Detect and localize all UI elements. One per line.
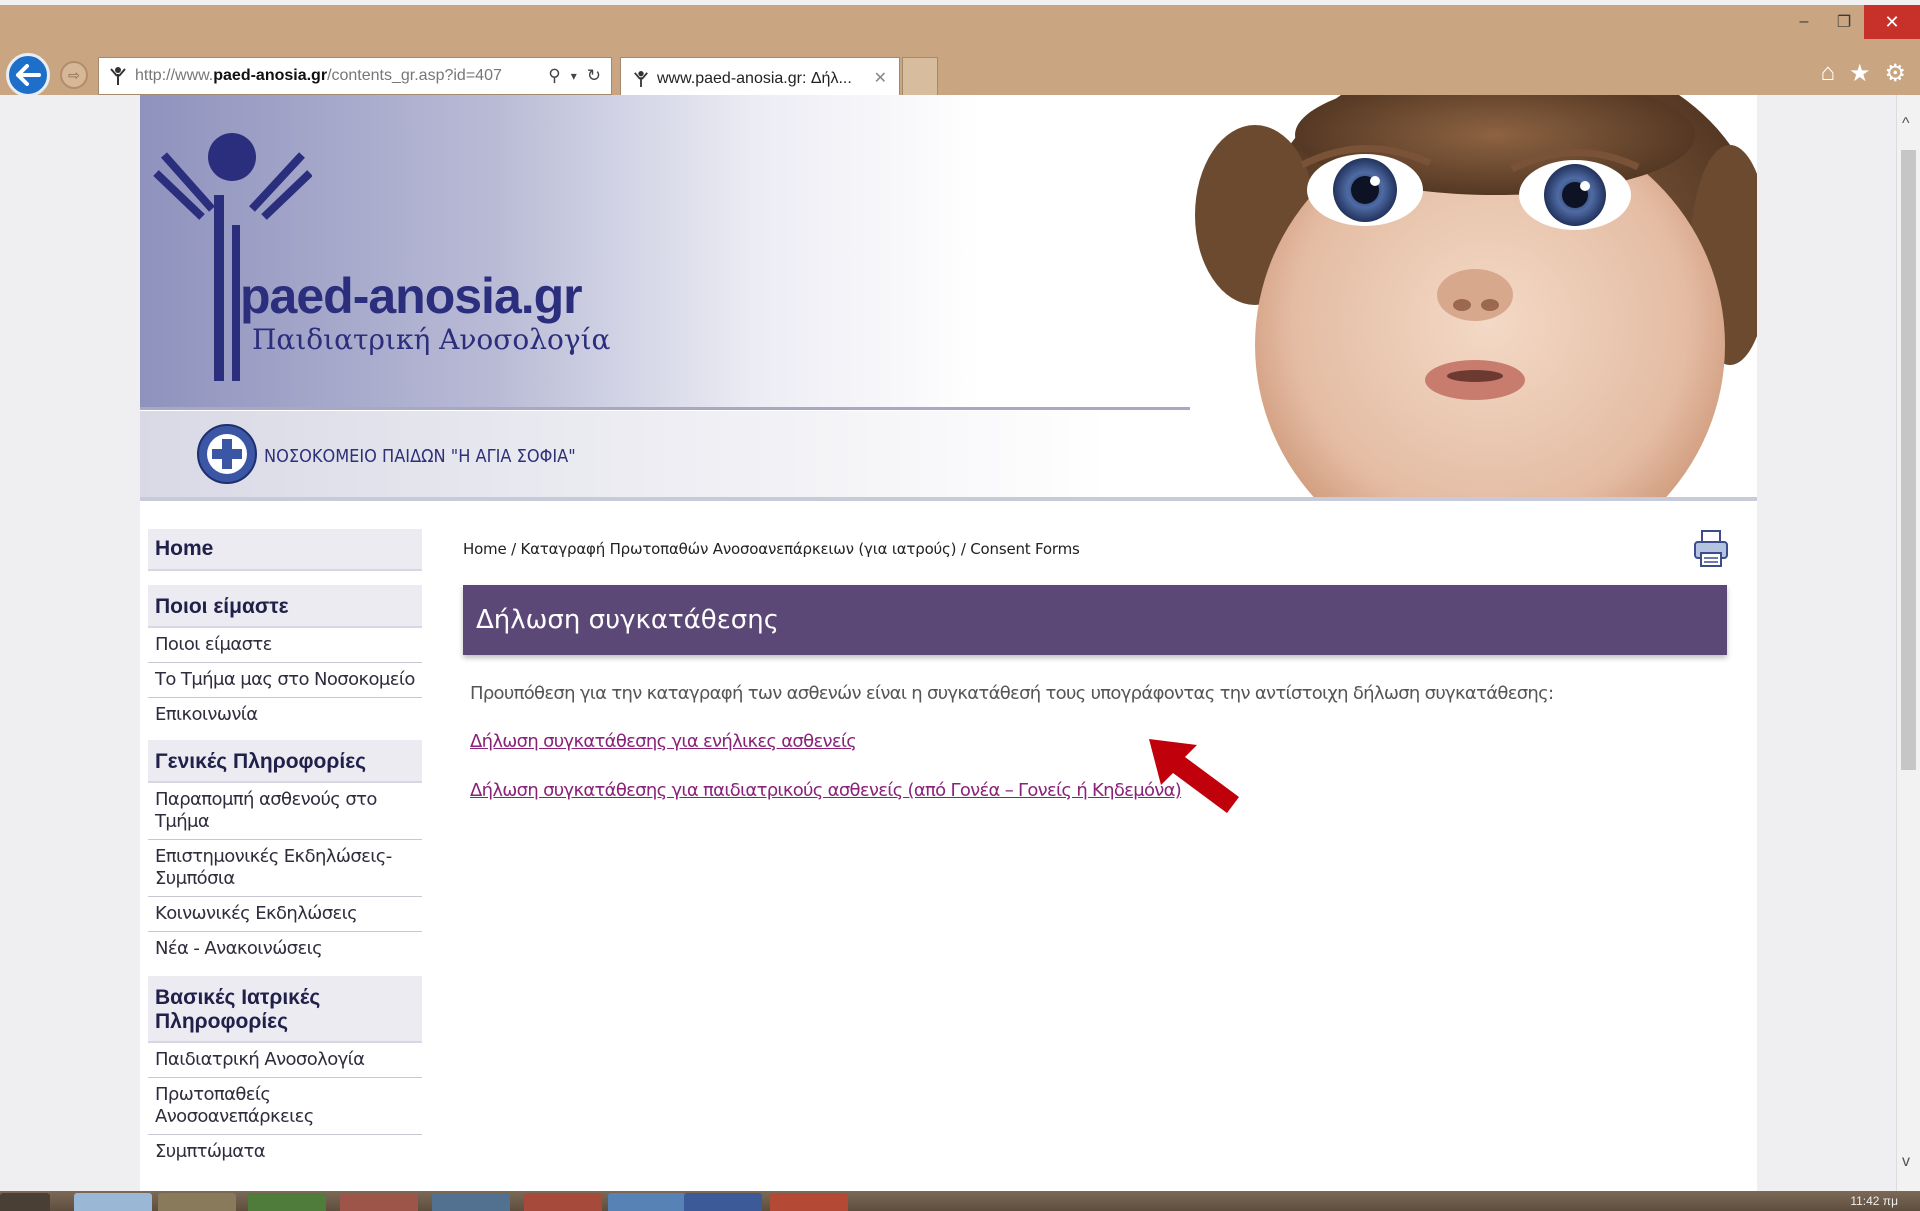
page-title-bar: Δήλωση συγκατάθεσης: [463, 585, 1727, 655]
page-title: Δήλωση συγκατάθεσης: [476, 605, 779, 635]
minimize-button[interactable]: –: [1784, 5, 1824, 39]
scrollbar-thumb[interactable]: [1901, 150, 1916, 770]
search-icon[interactable]: ⚲: [548, 66, 560, 86]
printer-icon[interactable]: [1692, 529, 1730, 569]
taskbar-clock: 11:42 πμ: [1850, 1194, 1898, 1208]
taskbar-ie-button[interactable]: [74, 1193, 152, 1211]
forward-button[interactable]: ⇨: [60, 61, 88, 89]
sidebar-item-pediatric-immunology[interactable]: Παιδιατρική Ανοσολογία: [148, 1043, 422, 1078]
settings-gear-icon[interactable]: ⚙: [1884, 59, 1906, 88]
address-bar[interactable]: http://www.paed-anosia.gr/contents_gr.as…: [98, 57, 612, 95]
taskbar-word-button[interactable]: [684, 1193, 762, 1211]
sidebar-section-title[interactable]: Βασικές Ιατρικές Πληροφορίες: [148, 976, 422, 1043]
taskbar-app-button[interactable]: [248, 1193, 326, 1211]
sidebar-item-news[interactable]: Νέα - Ανακοινώσεις: [148, 932, 422, 966]
scroll-up-icon[interactable]: ^: [1902, 115, 1910, 133]
sidebar-section-title[interactable]: Γενικές Πληροφορίες: [148, 740, 422, 783]
taskbar-explorer-button[interactable]: [158, 1193, 236, 1211]
sidebar-home[interactable]: Home: [148, 529, 422, 571]
home-icon[interactable]: ⌂: [1820, 59, 1835, 88]
sidebar-item-our-department[interactable]: Το Τμήμα μας στο Νοσοκομείο: [148, 663, 422, 698]
site-title: paed-anosia.gr: [240, 268, 583, 324]
new-tab-button[interactable]: [902, 57, 938, 99]
hospital-name: ΝΟΣΟΚΟΜΕΙΟ ΠΑΙΔΩΝ "Η ΑΓΙΑ ΣΟΦΙΑ": [264, 446, 576, 467]
adult-consent-link[interactable]: Δήλωση συγκατάθεσης για ενήλικες ασθενεί…: [470, 731, 857, 752]
close-tab-icon[interactable]: ✕: [874, 68, 887, 88]
sidebar-item-primary-immunodeficiencies[interactable]: Πρωτοπαθείς Ανοσοανεπάρκειες: [148, 1078, 422, 1135]
sidebar-item-scientific-events[interactable]: Επιστημονικές Εκδηλώσεις-Συμπόσια: [148, 840, 422, 897]
site-favicon: [110, 67, 126, 85]
sidebar-item-patient-referral[interactable]: Παραπομπή ασθενούς στο Τμήμα: [148, 783, 422, 840]
taskbar-app-button[interactable]: [432, 1193, 510, 1211]
banner-child-image: [1190, 95, 1757, 497]
taskbar-app-button[interactable]: [340, 1193, 418, 1211]
taskbar-powerpoint-button[interactable]: [770, 1193, 848, 1211]
vertical-scrollbar[interactable]: ^ v: [1896, 95, 1920, 1191]
start-button[interactable]: [0, 1193, 50, 1211]
sidebar-item-symptoms[interactable]: Συμπτώματα: [148, 1135, 422, 1169]
annotation-arrow-icon: [1149, 739, 1239, 813]
intro-text: Προυπόθεση για την καταγραφή των ασθενών…: [470, 683, 1554, 704]
window-controls: – ❐ ✕: [1784, 5, 1920, 39]
taskbar: 11:42 πμ: [0, 1191, 1920, 1211]
refresh-icon[interactable]: ↻: [587, 66, 601, 86]
sidebar-item-social-events[interactable]: Κοινωνικές Εκδηλώσεις: [148, 897, 422, 932]
browser-chrome: – ❐ ✕ ⇨ http://www.paed-anosia.gr/conten…: [0, 0, 1920, 99]
sidebar-item-who-we-are[interactable]: Ποιοι είμαστε: [148, 628, 422, 663]
tab-active[interactable]: www.paed-anosia.gr: Δήλ... ✕: [620, 57, 900, 99]
sidebar-item-contact[interactable]: Επικοινωνία: [148, 698, 422, 732]
hospital-seal-icon: [197, 424, 257, 484]
back-button[interactable]: [6, 53, 50, 97]
web-page: paed-anosia.gr Παιδιατρική Ανοσολογία ΝΟ…: [140, 95, 1757, 1191]
site-subtitle: Παιδιατρική Ανοσολογία: [252, 323, 611, 356]
restore-button[interactable]: ❐: [1824, 5, 1864, 39]
taskbar-app-button[interactable]: [524, 1193, 602, 1211]
address-url: http://www.paed-anosia.gr/contents_gr.as…: [135, 67, 502, 84]
dropdown-icon[interactable]: ▾: [571, 66, 577, 86]
back-icon: [16, 64, 41, 86]
close-button[interactable]: ✕: [1864, 5, 1920, 39]
page-viewport: paed-anosia.gr Παιδιατρική Ανοσολογία ΝΟ…: [0, 95, 1896, 1191]
forward-icon: ⇨: [68, 66, 80, 83]
scroll-down-icon[interactable]: v: [1902, 1153, 1910, 1171]
sidebar-section-title[interactable]: Ποιοι είμαστε: [148, 585, 422, 628]
sidebar: Home Ποιοι είμαστε Ποιοι είμαστε Το Τμήμ…: [148, 529, 422, 1169]
tab-title: www.paed-anosia.gr: Δήλ...: [657, 69, 852, 87]
pediatric-consent-link[interactable]: Δήλωση συγκατάθεσης για παιδιατρικούς ασ…: [470, 780, 1182, 801]
breadcrumb[interactable]: Home / Καταγραφή Πρωτοπαθών Ανοσοανεπάρκ…: [463, 540, 1080, 558]
taskbar-app-button[interactable]: [608, 1193, 686, 1211]
tab-favicon: [634, 70, 648, 87]
favorites-star-icon[interactable]: ★: [1849, 59, 1871, 88]
